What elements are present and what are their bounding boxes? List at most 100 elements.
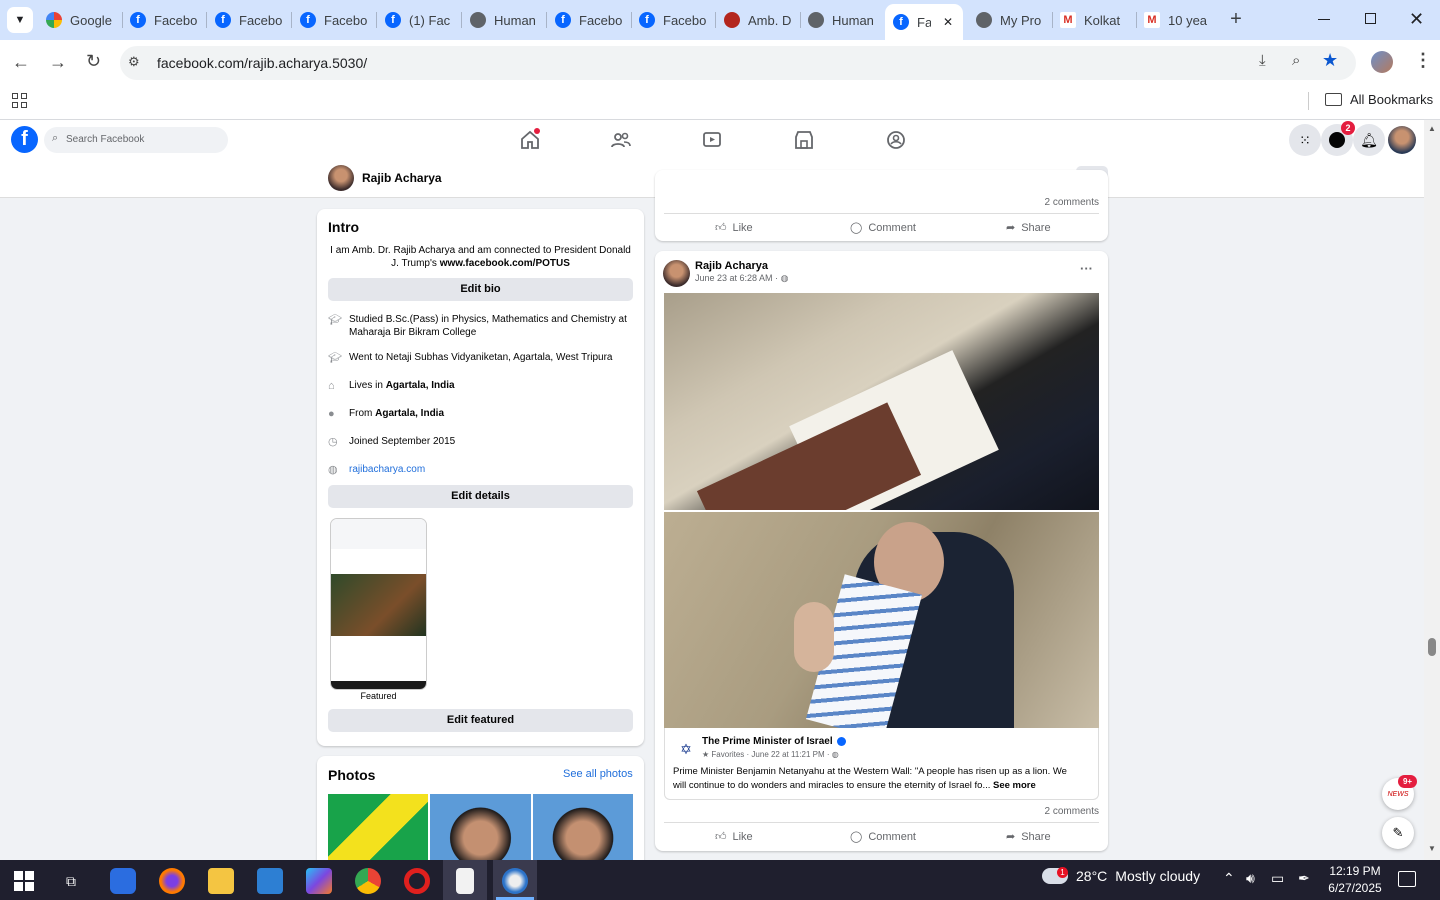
address-bar[interactable]: ⚙ facebook.com/rajib.acharya.5030/ ⤓ ⌕ ★ (120, 46, 1356, 80)
post-author-name[interactable]: Rajib Acharya (695, 260, 768, 272)
comment-button[interactable]: ◯ Comment (850, 830, 916, 844)
share-button[interactable]: ➦ Share (1006, 830, 1051, 844)
copilot-icon[interactable] (306, 868, 332, 894)
browser-tab[interactable]: f Facebo (122, 6, 204, 34)
previous-like-button[interactable]: 👍︎ Like (715, 221, 753, 235)
scroll-up-arrow[interactable]: ▲ (1428, 124, 1436, 133)
see-more-link[interactable]: See more (993, 780, 1036, 791)
profile-avatar-small[interactable] (328, 165, 354, 191)
firefox-icon[interactable] (159, 868, 185, 894)
notepad-icon[interactable] (456, 868, 474, 894)
clock[interactable]: 12:19 PM 6/27/2025 (1325, 863, 1385, 897)
previous-share-button[interactable]: ➦ Share (1006, 221, 1051, 235)
restore-button[interactable] (1365, 13, 1376, 24)
store-icon[interactable] (257, 868, 283, 894)
browser-tab[interactable]: Amb. D (716, 6, 798, 34)
browser-tab[interactable]: f (1) Fac (377, 6, 459, 34)
chrome-icon[interactable] (355, 868, 381, 894)
shared-author-name[interactable]: The Prime Minister of Israel (702, 736, 846, 747)
pen-icon[interactable]: ✒ (1298, 870, 1310, 887)
bio-link[interactable]: www.facebook.com/POTUS (440, 258, 570, 269)
facebook-logo-icon[interactable]: f (11, 126, 38, 153)
location-pin-icon: ● (328, 408, 335, 420)
marketplace-nav-icon[interactable] (792, 128, 816, 152)
file-explorer-icon[interactable] (208, 868, 234, 894)
new-tab-button[interactable]: + (1225, 8, 1247, 30)
edit-details-button[interactable]: Edit details (328, 485, 633, 508)
close-tab-icon[interactable]: ✕ (943, 15, 953, 29)
browser-tab[interactable]: f Facebo (207, 6, 289, 34)
show-hidden-icons[interactable]: ⌃ (1223, 870, 1235, 887)
post-options-icon[interactable]: ··· (1080, 261, 1093, 276)
edit-bio-button[interactable]: Edit bio (328, 278, 633, 301)
all-bookmarks-folder[interactable]: All Bookmarks (1325, 92, 1433, 107)
task-view-icon[interactable]: ⧉ (58, 868, 84, 894)
featured-thumbnail[interactable] (330, 518, 427, 690)
tab-search-button[interactable]: ▼ (7, 7, 33, 33)
website-link[interactable]: rajibacharya.com (349, 463, 425, 476)
profile-avatar[interactable] (1371, 51, 1393, 73)
page-scrollbar[interactable]: ▲ ▼ (1424, 120, 1440, 860)
close-window-button[interactable]: ✕ (1409, 9, 1424, 30)
post-timestamp[interactable]: June 23 at 6:28 AM · ◍ (695, 273, 788, 284)
minimize-button[interactable] (1318, 19, 1330, 20)
facebook-icon: f (300, 12, 316, 28)
install-app-icon[interactable]: ⤓ (1259, 52, 1266, 69)
friends-nav-icon[interactable] (609, 128, 633, 152)
volume-icon[interactable]: 🔊︎ (1246, 870, 1255, 887)
site-settings-icon[interactable]: ⚙ (128, 54, 140, 70)
lives-city[interactable]: Agartala, India (386, 380, 455, 391)
new-message-button[interactable]: ✎ (1382, 817, 1414, 849)
browser-tab[interactable]: Human (462, 6, 544, 34)
previous-comment-button[interactable]: ◯ Comment (850, 221, 916, 235)
apps-grid-icon[interactable] (12, 93, 27, 108)
notifications-button[interactable]: 🔔︎ (1353, 124, 1385, 156)
facebook-icon: f (215, 12, 231, 28)
remote-app-icon[interactable] (110, 868, 136, 894)
browser-tab[interactable]: Human (800, 6, 882, 34)
search-facebook-field[interactable]: ⌕ Search Facebook (44, 127, 228, 153)
back-button[interactable]: ← (12, 52, 30, 73)
zoom-icon[interactable]: ⌕ (1292, 52, 1300, 69)
post-comments-count[interactable]: 2 comments (1045, 806, 1099, 817)
video-nav-icon[interactable] (700, 128, 724, 152)
opera-icon[interactable] (404, 868, 430, 894)
post-author-avatar[interactable] (663, 260, 690, 287)
intro-item-website: ◍ rajibacharya.com (328, 463, 628, 476)
edit-featured-button[interactable]: Edit featured (328, 709, 633, 732)
search-icon: ⌕ (52, 132, 59, 144)
browser-tab[interactable]: M 10 yea (1136, 6, 1218, 34)
menu-grid-button[interactable]: ⁙ (1289, 124, 1321, 156)
browser-tab[interactable]: f Facebo (631, 6, 713, 34)
browser-tab[interactable]: Google (38, 6, 120, 34)
post-image-top[interactable] (664, 293, 1099, 510)
notification-center-icon[interactable] (1398, 871, 1416, 887)
from-city[interactable]: Agartala, India (375, 408, 444, 419)
post-image-bottom[interactable] (664, 512, 1099, 728)
shared-post-box[interactable]: ✡ The Prime Minister of Israel ★ Favorit… (664, 728, 1099, 800)
browser-tab[interactable]: f Facebo (547, 6, 629, 34)
previous-post-card: 2 comments 👍︎ Like ◯ Comment ➦ Share (655, 170, 1108, 241)
scroll-down-arrow[interactable]: ▼ (1428, 844, 1436, 853)
browser-tab[interactable]: M Kolkat (1052, 6, 1134, 34)
browser-tab[interactable]: My Pro (968, 6, 1050, 34)
chrome-menu-icon[interactable]: ⋮ (1414, 50, 1432, 71)
browser-tab[interactable]: f Facebo (292, 6, 374, 34)
active-app-icon[interactable] (502, 868, 528, 894)
bookmark-star-icon[interactable]: ★ (1322, 50, 1338, 71)
previous-post-comments[interactable]: 2 comments (1045, 197, 1099, 208)
forward-button[interactable]: → (49, 52, 67, 73)
search-placeholder: Search Facebook (66, 134, 145, 145)
account-avatar[interactable] (1388, 126, 1416, 154)
groups-nav-icon[interactable] (884, 128, 908, 152)
like-button[interactable]: 👍︎ Like (715, 830, 753, 844)
browser-tab[interactable]: f Fa ✕ (885, 4, 963, 40)
shared-author-text: The Prime Minister of Israel (702, 736, 833, 747)
tab-label: Facebo (239, 12, 283, 28)
see-all-photos-link[interactable]: See all photos (563, 768, 633, 780)
reload-button[interactable]: ↻ (86, 51, 101, 72)
scroll-thumb[interactable] (1428, 638, 1436, 656)
network-icon[interactable]: ▭ (1271, 870, 1284, 887)
profile-name[interactable]: Rajib Acharya (362, 171, 442, 185)
start-button[interactable] (11, 868, 37, 894)
